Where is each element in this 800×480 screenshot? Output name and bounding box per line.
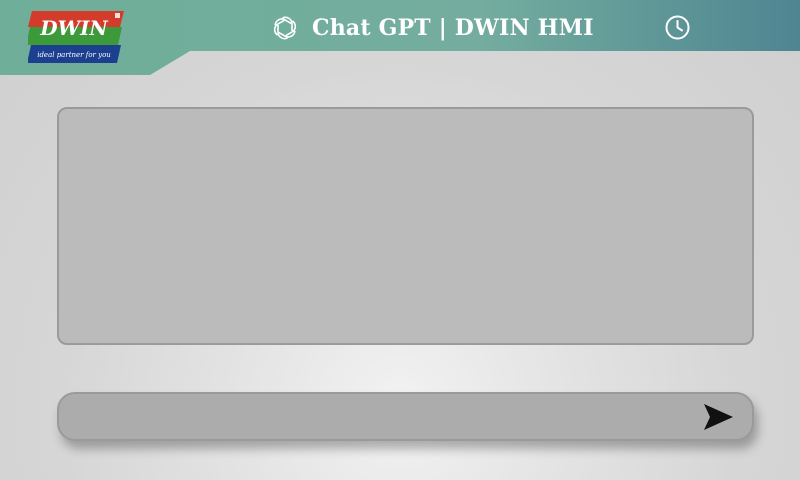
chat-display-area <box>57 107 754 345</box>
message-input[interactable] <box>57 392 754 441</box>
clock-icon[interactable] <box>664 14 691 41</box>
title-group: Chat GPT | DWIN HMI <box>272 14 594 42</box>
logo-tagline-text: ideal partner for you <box>37 51 111 59</box>
openai-icon <box>272 15 298 41</box>
dwin-logo: DWIN ideal partner for you <box>26 11 124 63</box>
page-title: Chat GPT | DWIN HMI <box>312 15 594 41</box>
logo-brand-text: DWIN <box>39 16 108 40</box>
header-bar: DWIN ideal partner for you Chat GPT | DW… <box>0 0 800 75</box>
send-arrow-icon <box>704 404 733 430</box>
send-button[interactable] <box>700 400 736 434</box>
